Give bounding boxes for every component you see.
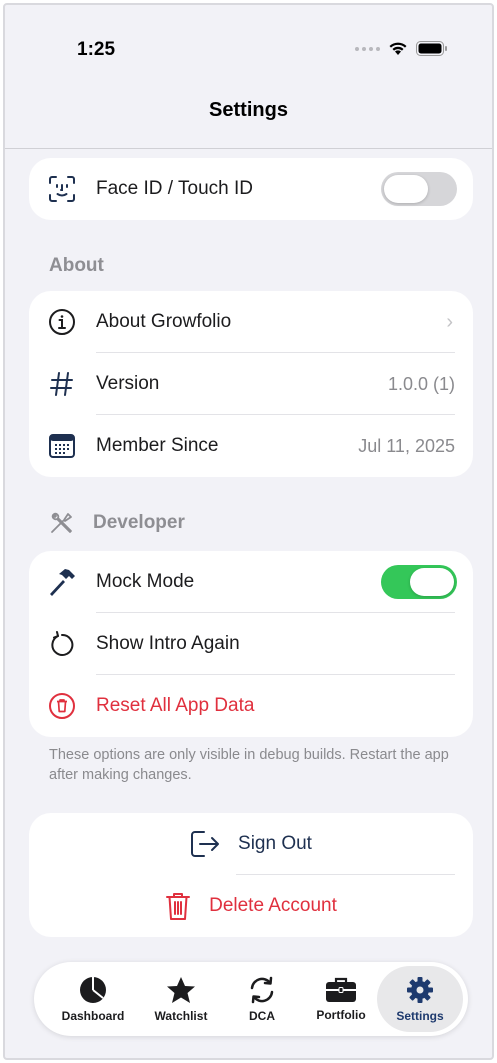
page-title: Settings [209, 99, 288, 121]
about-card: About Growfolio › Version 1.0.0 (1) Memb… [29, 291, 473, 477]
gear-icon [407, 976, 433, 1003]
face-id-icon [47, 174, 77, 204]
delete-account-label: Delete Account [209, 895, 337, 916]
about-growfolio-row[interactable]: About Growfolio › [29, 291, 473, 353]
battery-icon [416, 41, 447, 56]
chevron-right-icon: › [446, 310, 453, 333]
sign-out-icon [191, 831, 220, 857]
developer-card: Mock Mode Show Intro Again Reset All App… [29, 551, 473, 737]
tab-settings-label: Settings [396, 1008, 444, 1023]
trash-icon [166, 893, 191, 920]
developer-header-label: Developer [93, 512, 185, 533]
nav-divider [5, 148, 492, 149]
cellular-icon [355, 46, 380, 51]
version-value: 1.0.0 (1) [387, 373, 455, 394]
face-id-label: Face ID / Touch ID [96, 178, 253, 199]
mock-mode-label: Mock Mode [96, 571, 195, 592]
member-since-label: Member Since [96, 435, 219, 456]
tab-dashboard-label: Dashboard [61, 1008, 125, 1023]
tab-watchlist[interactable]: Watchlist [138, 962, 224, 1036]
tab-bar: Dashboard Watchlist DCA Portfolio Settin… [34, 962, 468, 1036]
star-icon [167, 976, 195, 1003]
wifi-icon [389, 42, 407, 55]
about-growfolio-label: About Growfolio [96, 311, 232, 332]
developer-header: Developer [49, 510, 185, 536]
sync-icon [250, 976, 274, 1003]
hash-icon [47, 369, 77, 399]
mock-mode-row: Mock Mode [29, 551, 473, 613]
status-bar: 1:25 [5, 5, 492, 85]
version-label: Version [96, 373, 160, 394]
member-since-value: Jul 11, 2025 [358, 435, 455, 456]
briefcase-icon [326, 977, 356, 1002]
tab-watchlist-label: Watchlist [154, 1008, 208, 1023]
about-header: About [49, 255, 104, 276]
face-id-toggle[interactable] [381, 172, 457, 206]
status-time: 1:25 [77, 39, 116, 60]
hammer-icon [47, 567, 77, 597]
member-since-row: Member Since Jul 11, 2025 [29, 415, 473, 477]
tab-dca[interactable]: DCA [219, 962, 305, 1036]
info-icon [47, 307, 77, 337]
sign-out-label: Sign Out [238, 833, 312, 854]
restart-icon [47, 629, 77, 659]
developer-footer-note: These options are only visible in debug … [49, 747, 449, 783]
reset-data-label: Reset All App Data [96, 695, 255, 716]
tab-dca-label: DCA [249, 1008, 275, 1023]
sign-out-row[interactable]: Sign Out [29, 813, 473, 875]
reset-data-row[interactable]: Reset All App Data [29, 675, 473, 737]
version-row: Version 1.0.0 (1) [29, 353, 473, 415]
tab-portfolio[interactable]: Portfolio [298, 962, 384, 1036]
phone-screen: 1:25 Settings Face ID / Touch ID About A… [3, 3, 494, 1060]
tab-dashboard[interactable]: Dashboard [50, 962, 136, 1036]
trash-circle-icon [47, 691, 77, 721]
show-intro-row[interactable]: Show Intro Again [29, 613, 473, 675]
delete-account-row[interactable]: Delete Account [29, 875, 473, 937]
tab-settings[interactable]: Settings [377, 966, 463, 1032]
account-card: Sign Out Delete Account [29, 813, 473, 937]
security-card: Face ID / Touch ID [29, 158, 473, 220]
mock-mode-toggle[interactable] [381, 565, 457, 599]
show-intro-label: Show Intro Again [96, 633, 240, 654]
tab-portfolio-label: Portfolio [316, 1007, 366, 1022]
status-icons [355, 41, 448, 56]
tools-icon [51, 512, 72, 533]
pie-chart-icon [80, 976, 106, 1003]
calendar-icon [47, 431, 77, 461]
face-id-row: Face ID / Touch ID [29, 158, 473, 220]
